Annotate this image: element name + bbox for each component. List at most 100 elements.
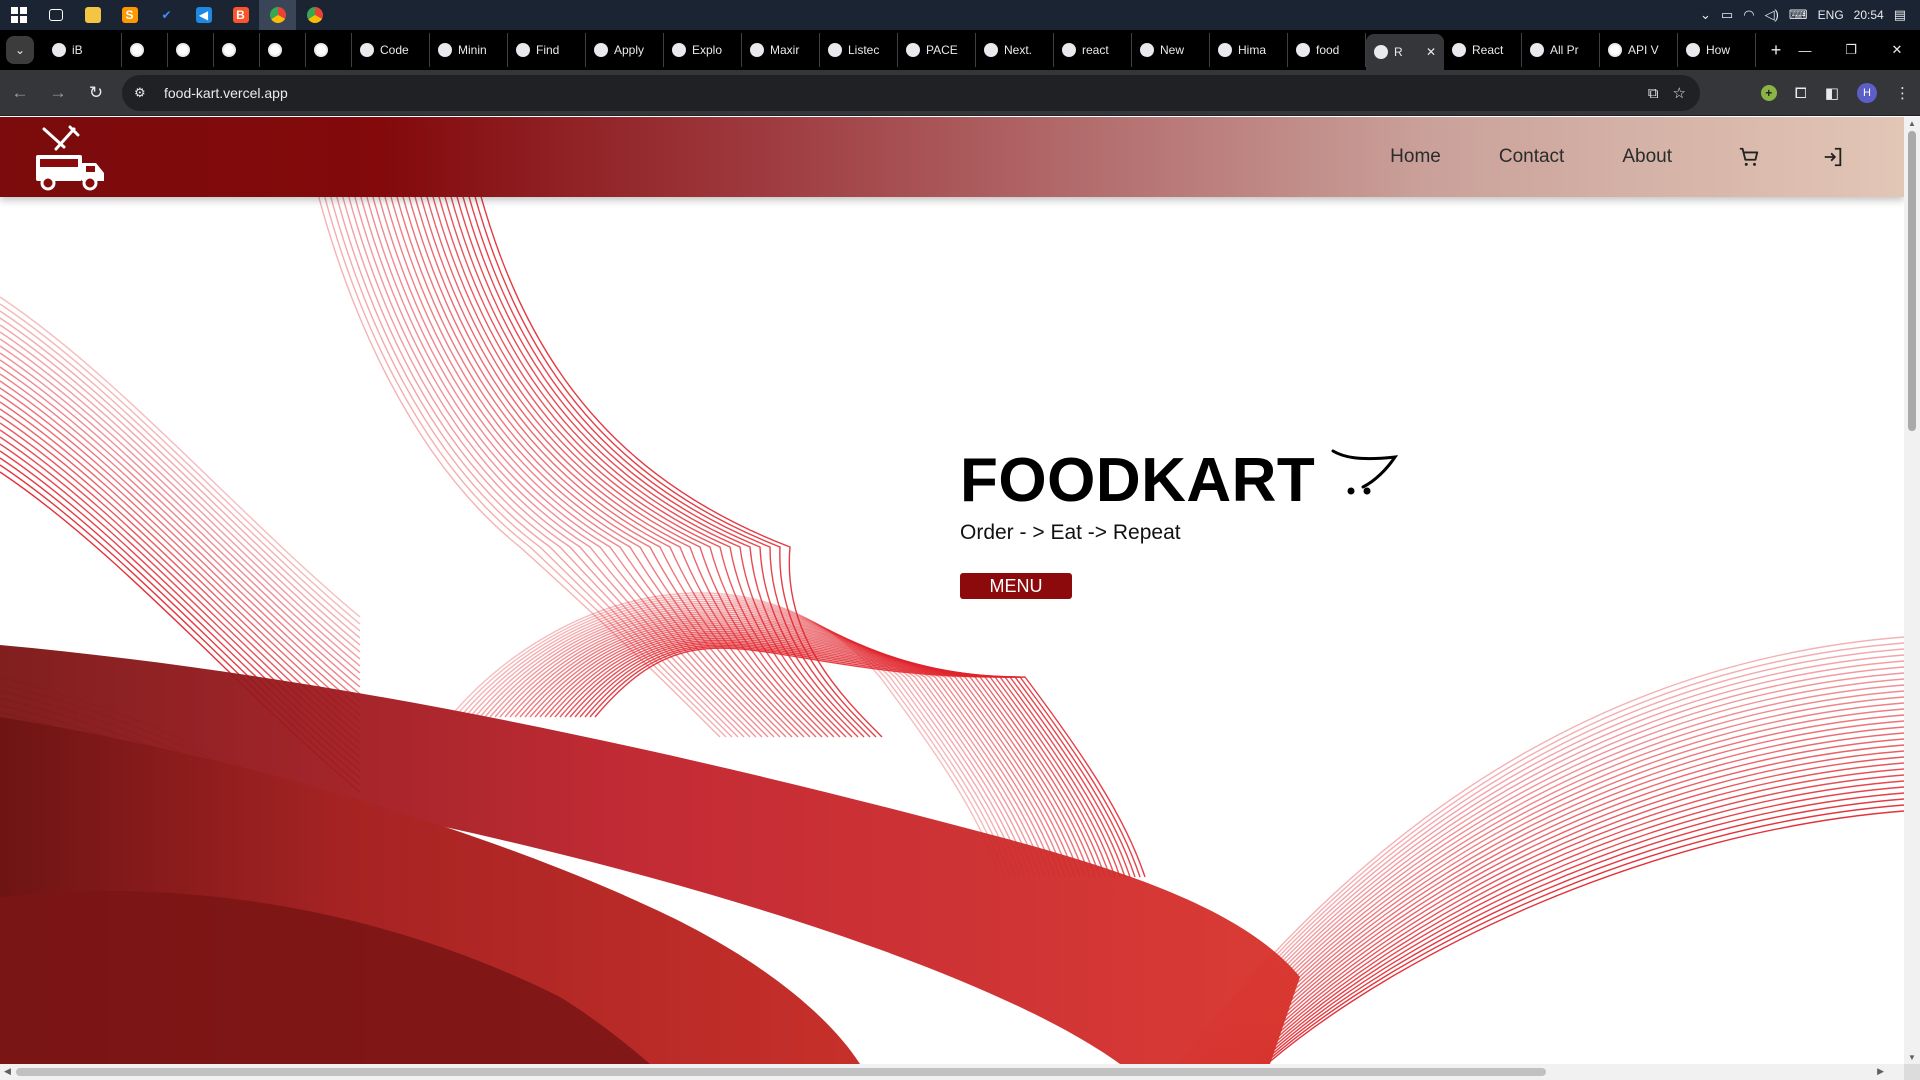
nav-home[interactable]: Home bbox=[1390, 146, 1441, 168]
browser-tab[interactable]: Minin bbox=[430, 33, 508, 67]
address-bar[interactable]: ⚙ food-kart.vercel.app ⧉ ☆ bbox=[122, 75, 1700, 111]
login-icon[interactable] bbox=[1822, 146, 1844, 168]
tab-list: iB Code Minin Find Apply Explo Maxir Listec PACE… bbox=[44, 30, 1756, 70]
tab-label: Minin bbox=[458, 43, 487, 57]
system-tray: ⌄ ▭ ◠ ◁) ⌨ ENG 20:54 ▤ bbox=[1700, 0, 1920, 30]
task-view-icon[interactable] bbox=[37, 0, 74, 30]
chrome-browser-icon[interactable] bbox=[259, 0, 296, 30]
chrome-browser-2-icon[interactable] bbox=[296, 0, 333, 30]
vertical-scrollbar[interactable]: ▲ ▼ bbox=[1904, 117, 1920, 1064]
tab-label: All Pr bbox=[1550, 43, 1579, 57]
file-explorer-icon[interactable] bbox=[74, 0, 111, 30]
browser-tab[interactable]: Apply bbox=[586, 33, 664, 67]
github-icon bbox=[222, 43, 236, 57]
close-tab-icon[interactable]: ✕ bbox=[1426, 45, 1436, 59]
url-text[interactable]: food-kart.vercel.app bbox=[164, 85, 288, 101]
github-icon bbox=[176, 43, 190, 57]
browser-tab[interactable]: Maxir bbox=[742, 33, 820, 67]
extension-green-icon[interactable]: + bbox=[1760, 85, 1777, 101]
browser-tab[interactable]: Code bbox=[352, 33, 430, 67]
tab-label: iB bbox=[72, 43, 83, 57]
page-viewport: Home Contact About FOODKART Order - > Ea… bbox=[0, 117, 1920, 1080]
browser-tab[interactable]: react bbox=[1054, 33, 1132, 67]
tab-label: Hima bbox=[1238, 43, 1267, 57]
browser-tab[interactable] bbox=[168, 33, 214, 67]
browser-tab[interactable]: Listec bbox=[820, 33, 898, 67]
extensions-puzzle-icon[interactable]: ⧠ bbox=[1795, 85, 1807, 102]
browser-tab[interactable]: Explo bbox=[664, 33, 742, 67]
sublime-text-icon[interactable]: S bbox=[111, 0, 148, 30]
menu-button[interactable]: MENU bbox=[960, 573, 1072, 599]
scroll-right-icon[interactable]: ▶ bbox=[1877, 1066, 1884, 1077]
browser-tab[interactable]: R ✕ bbox=[1366, 34, 1444, 70]
vertical-scroll-thumb[interactable] bbox=[1908, 131, 1916, 431]
browser-tab[interactable]: Next. bbox=[976, 33, 1054, 67]
tab-search-icon[interactable]: ⌄ bbox=[6, 36, 34, 64]
scroll-up-icon[interactable]: ▲ bbox=[1907, 119, 1917, 128]
tab-label: Code bbox=[380, 43, 409, 57]
browser-tab[interactable] bbox=[306, 33, 352, 67]
browser-tab[interactable] bbox=[260, 33, 306, 67]
notifications-icon[interactable]: ▤ bbox=[1894, 7, 1906, 23]
main-nav: Home Contact About bbox=[1390, 117, 1904, 197]
minimize-icon[interactable]: — bbox=[1782, 30, 1828, 70]
tab-label: Apply bbox=[614, 43, 645, 57]
restore-icon[interactable]: ❐ bbox=[1828, 30, 1874, 70]
cart-icon[interactable] bbox=[1738, 146, 1760, 168]
browser-tab[interactable] bbox=[214, 33, 260, 67]
tab-label: Explo bbox=[692, 43, 723, 57]
site-info-icon[interactable]: ⚙ bbox=[134, 85, 154, 101]
vs-code-icon[interactable]: ◀ bbox=[185, 0, 222, 30]
hero-tagline: Order - > Eat -> Repeat bbox=[960, 521, 1181, 544]
keyboard-icon[interactable]: ⌨ bbox=[1789, 7, 1808, 23]
tab-label: react bbox=[1082, 43, 1109, 57]
browser-toolbar: ← → ↻ ⚙ food-kart.vercel.app ⧉ ☆ + ⧠ ◧ H… bbox=[0, 70, 1920, 116]
tab-label: How bbox=[1706, 43, 1731, 57]
nav-about[interactable]: About bbox=[1622, 146, 1672, 168]
install-app-icon[interactable]: ⧉ bbox=[1648, 85, 1659, 102]
browser-tab[interactable]: food bbox=[1288, 33, 1366, 67]
hero-cart-icon bbox=[1331, 449, 1399, 495]
vercel-icon bbox=[1296, 43, 1310, 57]
food-truck-logo-icon[interactable] bbox=[34, 125, 106, 191]
scroll-left-icon[interactable]: ◀ bbox=[4, 1066, 11, 1077]
wifi-icon[interactable]: ◠ bbox=[1743, 7, 1754, 23]
browser-tab[interactable]: New bbox=[1132, 33, 1210, 67]
browser-tab[interactable]: API V bbox=[1600, 33, 1678, 67]
gmail-icon bbox=[828, 43, 842, 57]
battery-icon[interactable]: ▭ bbox=[1721, 7, 1733, 23]
tab-label: Maxir bbox=[770, 43, 800, 57]
browser-tab[interactable]: Find bbox=[508, 33, 586, 67]
scroll-down-icon[interactable]: ▼ bbox=[1907, 1053, 1917, 1062]
browser-tab[interactable]: React bbox=[1444, 33, 1522, 67]
browser-menu-icon[interactable]: ⋮ bbox=[1895, 84, 1910, 102]
close-window-icon[interactable]: ✕ bbox=[1874, 30, 1920, 70]
text-icon bbox=[52, 43, 66, 57]
bookmark-star-icon[interactable]: ☆ bbox=[1673, 84, 1686, 102]
tab-label: Listec bbox=[848, 43, 880, 57]
browser-tab[interactable] bbox=[122, 33, 168, 67]
horizontal-scrollbar[interactable]: ◀ ▶ bbox=[0, 1064, 1904, 1080]
browser-tab[interactable]: iB bbox=[44, 33, 122, 67]
brave-browser-icon[interactable]: B bbox=[222, 0, 259, 30]
browser-tab[interactable]: Hima bbox=[1210, 33, 1288, 67]
todo-app-icon[interactable]: ✔ bbox=[148, 0, 185, 30]
browser-tab[interactable]: How bbox=[1678, 33, 1756, 67]
back-icon[interactable]: ← bbox=[2, 75, 38, 111]
forward-icon[interactable]: → bbox=[40, 75, 76, 111]
chevron-up-icon[interactable]: ⌄ bbox=[1700, 7, 1711, 23]
chrome-icon bbox=[1140, 43, 1154, 57]
profile-avatar[interactable]: H bbox=[1857, 83, 1877, 103]
horizontal-scroll-thumb[interactable] bbox=[16, 1068, 1546, 1076]
clock[interactable]: 20:54 bbox=[1854, 8, 1884, 22]
side-panel-icon[interactable]: ◧ bbox=[1825, 84, 1839, 102]
react-icon bbox=[1452, 43, 1466, 57]
windows-start-icon[interactable] bbox=[0, 0, 37, 30]
nav-contact[interactable]: Contact bbox=[1499, 146, 1564, 168]
scrollbar-corner bbox=[1904, 1064, 1920, 1080]
reload-icon[interactable]: ↻ bbox=[78, 75, 114, 111]
browser-tab[interactable]: All Pr bbox=[1522, 33, 1600, 67]
browser-tab[interactable]: PACE bbox=[898, 33, 976, 67]
language-indicator[interactable]: ENG bbox=[1818, 8, 1844, 22]
volume-icon[interactable]: ◁) bbox=[1765, 7, 1779, 23]
